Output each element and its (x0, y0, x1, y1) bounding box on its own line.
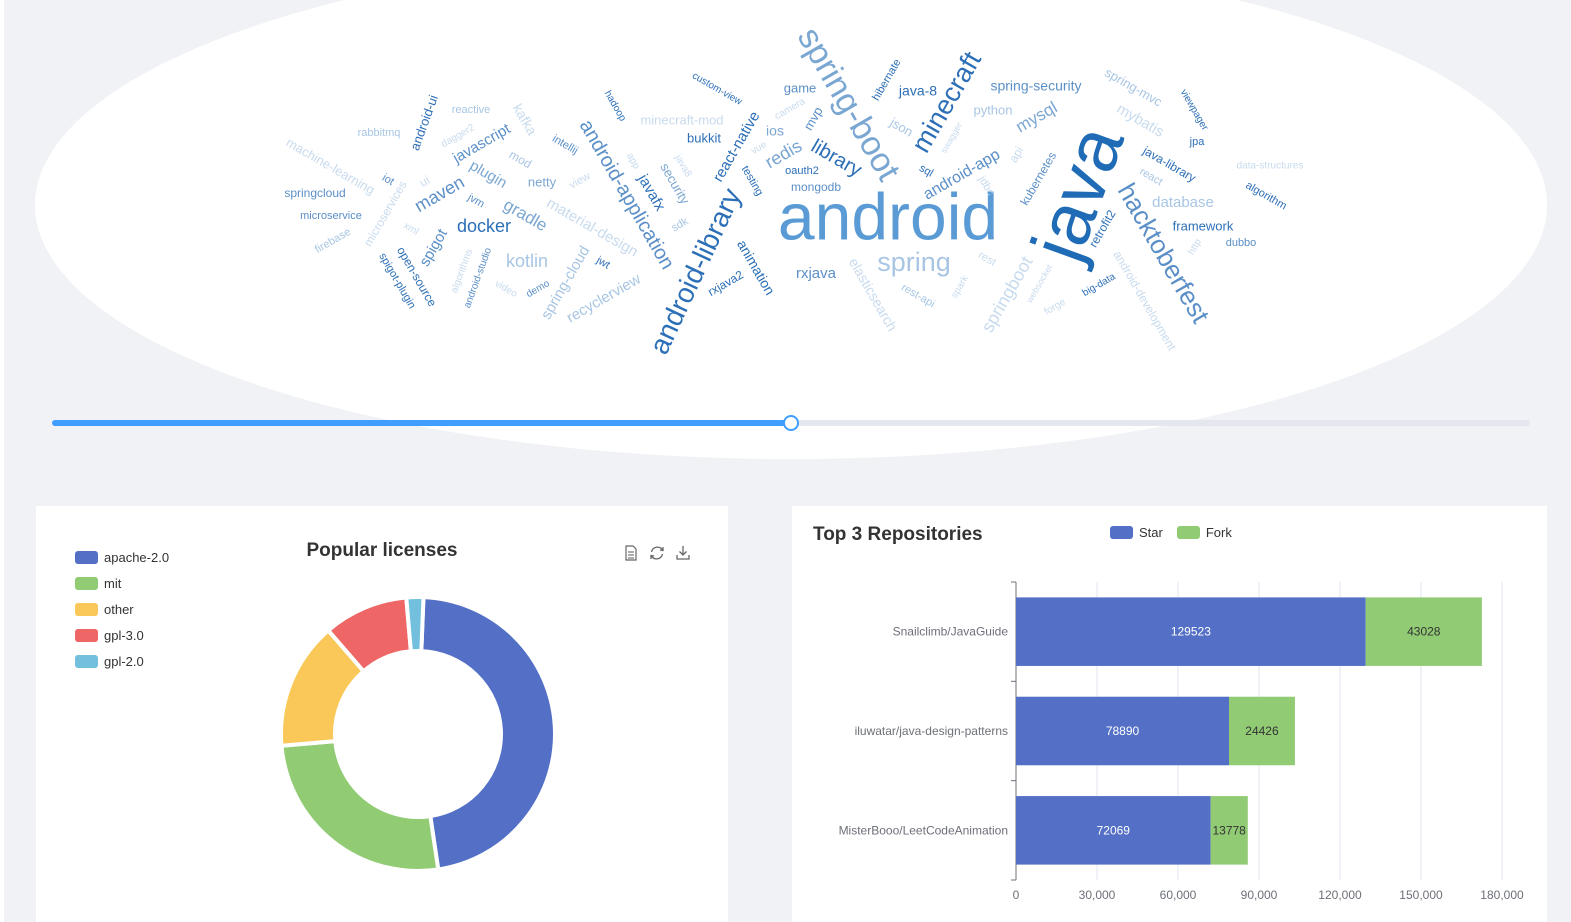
category-label: iluwatar/java-design-patterns (855, 724, 1008, 738)
repos-bar-chart: 0 30,000 60,000 90,000 120,000 150,000 180,000… (839, 581, 1524, 902)
cloud-word[interactable]: docker (457, 216, 511, 236)
x-tick-label: 150,000 (1399, 888, 1443, 902)
cloud-word[interactable]: minecraft-mod (640, 112, 723, 127)
category-label: MisterBooo/LeetCodeAnimation (839, 823, 1008, 837)
pie-slice-apache-2.0[interactable] (419, 595, 557, 872)
data-label: 72069 (1097, 823, 1131, 837)
cloud-word[interactable]: python (973, 102, 1012, 117)
pie-slice-gpl-2.0[interactable] (404, 595, 426, 654)
data-label: 129523 (1171, 625, 1211, 639)
word-cloud: android javaspring-bootandroid-librarymin… (35, 0, 1547, 459)
cloud-word[interactable]: framework (1173, 218, 1234, 233)
cloud-word[interactable]: game (784, 80, 817, 95)
repos-panel: Top 3 Repositories Star Fork 0 30,000 60,00… (792, 506, 1547, 922)
data-label: 24426 (1245, 724, 1279, 738)
x-tick-label: 120,000 (1318, 888, 1362, 902)
category-label: Snailclimb/JavaGuide (893, 625, 1009, 639)
slider-fill (52, 420, 791, 426)
data-label: 78890 (1106, 724, 1140, 738)
pie-slice-mit[interactable] (279, 739, 441, 873)
cloud-word[interactable]: ios (766, 123, 784, 139)
cloud-word[interactable]: netty (528, 174, 557, 189)
licenses-donut-chart (279, 595, 557, 873)
cloud-word[interactable]: database (1152, 194, 1214, 211)
cloud-word[interactable]: kotlin (506, 251, 548, 271)
cloud-word[interactable]: dubbo (1226, 237, 1257, 249)
cloud-word[interactable]: springcloud (284, 186, 345, 200)
x-tick-label: 60,000 (1160, 888, 1197, 902)
x-tick-label: 90,000 (1241, 888, 1278, 902)
data-label: 13778 (1212, 823, 1246, 837)
year-slider[interactable] (52, 415, 1530, 431)
x-tick-label: 30,000 (1079, 888, 1116, 902)
cloud-word[interactable]: mongodb (791, 180, 841, 194)
cloud-word[interactable]: rabbitmq (358, 127, 401, 139)
cloud-word[interactable]: rxjava (796, 265, 837, 282)
licenses-panel: apache-2.0 mit other gpl-3.0 gpl-2.0 Popular… (36, 506, 728, 922)
x-tick-label: 180,000 (1480, 888, 1524, 902)
cloud-word[interactable]: bukkit (687, 130, 721, 145)
cloud-word[interactable]: java-8 (898, 83, 937, 99)
slider-handle[interactable] (783, 415, 799, 431)
cloud-word[interactable]: microservice (300, 210, 362, 222)
cloud-word[interactable]: spring (877, 247, 951, 277)
data-label: 43028 (1407, 625, 1441, 639)
cloud-word[interactable]: data-structures (1237, 161, 1304, 172)
cloud-word[interactable]: oauth2 (785, 165, 819, 177)
x-tick-label: 0 (1013, 888, 1020, 902)
cloud-word[interactable]: jpa (1189, 136, 1206, 148)
cloud-word[interactable]: reactive (452, 104, 491, 116)
cloud-word[interactable]: spring-security (990, 78, 1081, 94)
